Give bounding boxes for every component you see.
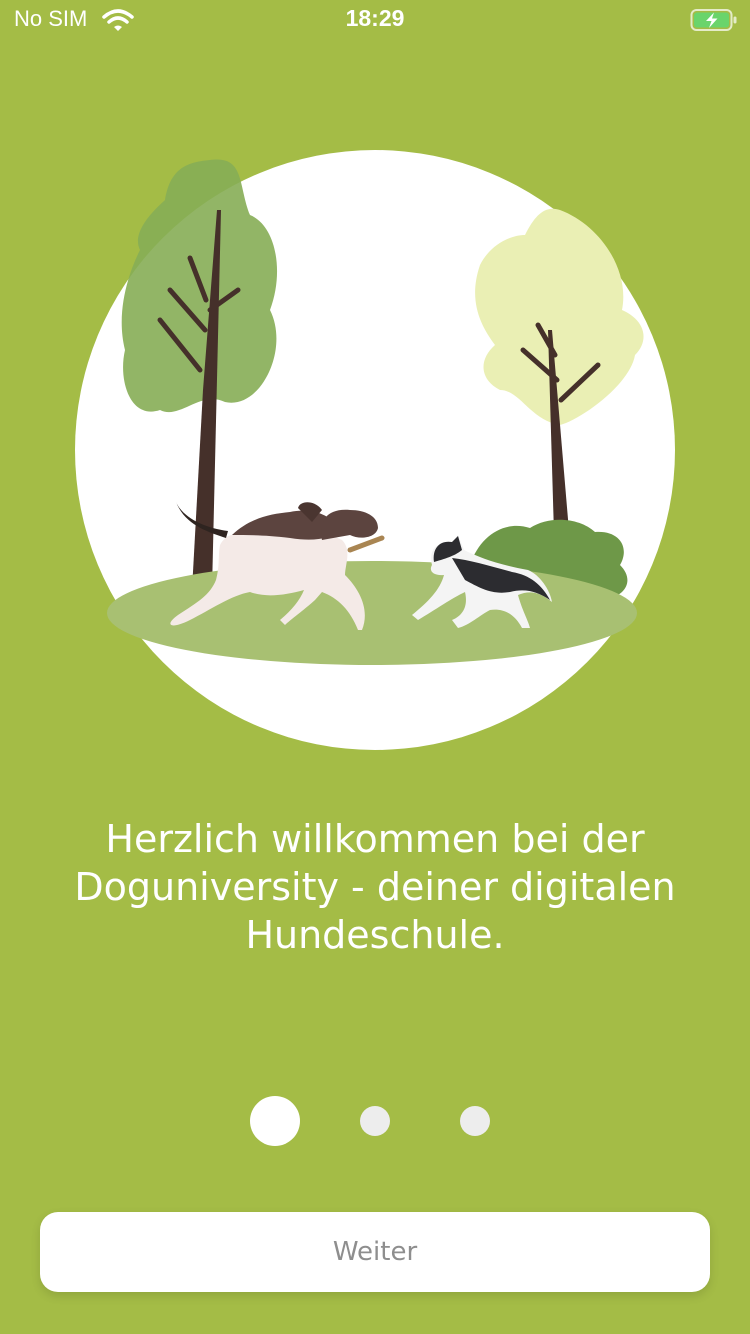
dogs-playing-in-park-illustration [75, 150, 675, 750]
page-dot-1-active[interactable] [250, 1096, 300, 1146]
battery-charging-icon [690, 9, 737, 31]
next-button[interactable]: Weiter [40, 1212, 710, 1292]
status-bar: No SIM 18:29 [0, 0, 750, 40]
page-dot-3[interactable] [460, 1106, 490, 1136]
welcome-text: Herzlich willkommen bei der Doguniversit… [74, 817, 676, 957]
page-dot-2[interactable] [360, 1106, 390, 1136]
page-indicator [0, 1096, 750, 1148]
clock: 18:29 [345, 5, 405, 31]
